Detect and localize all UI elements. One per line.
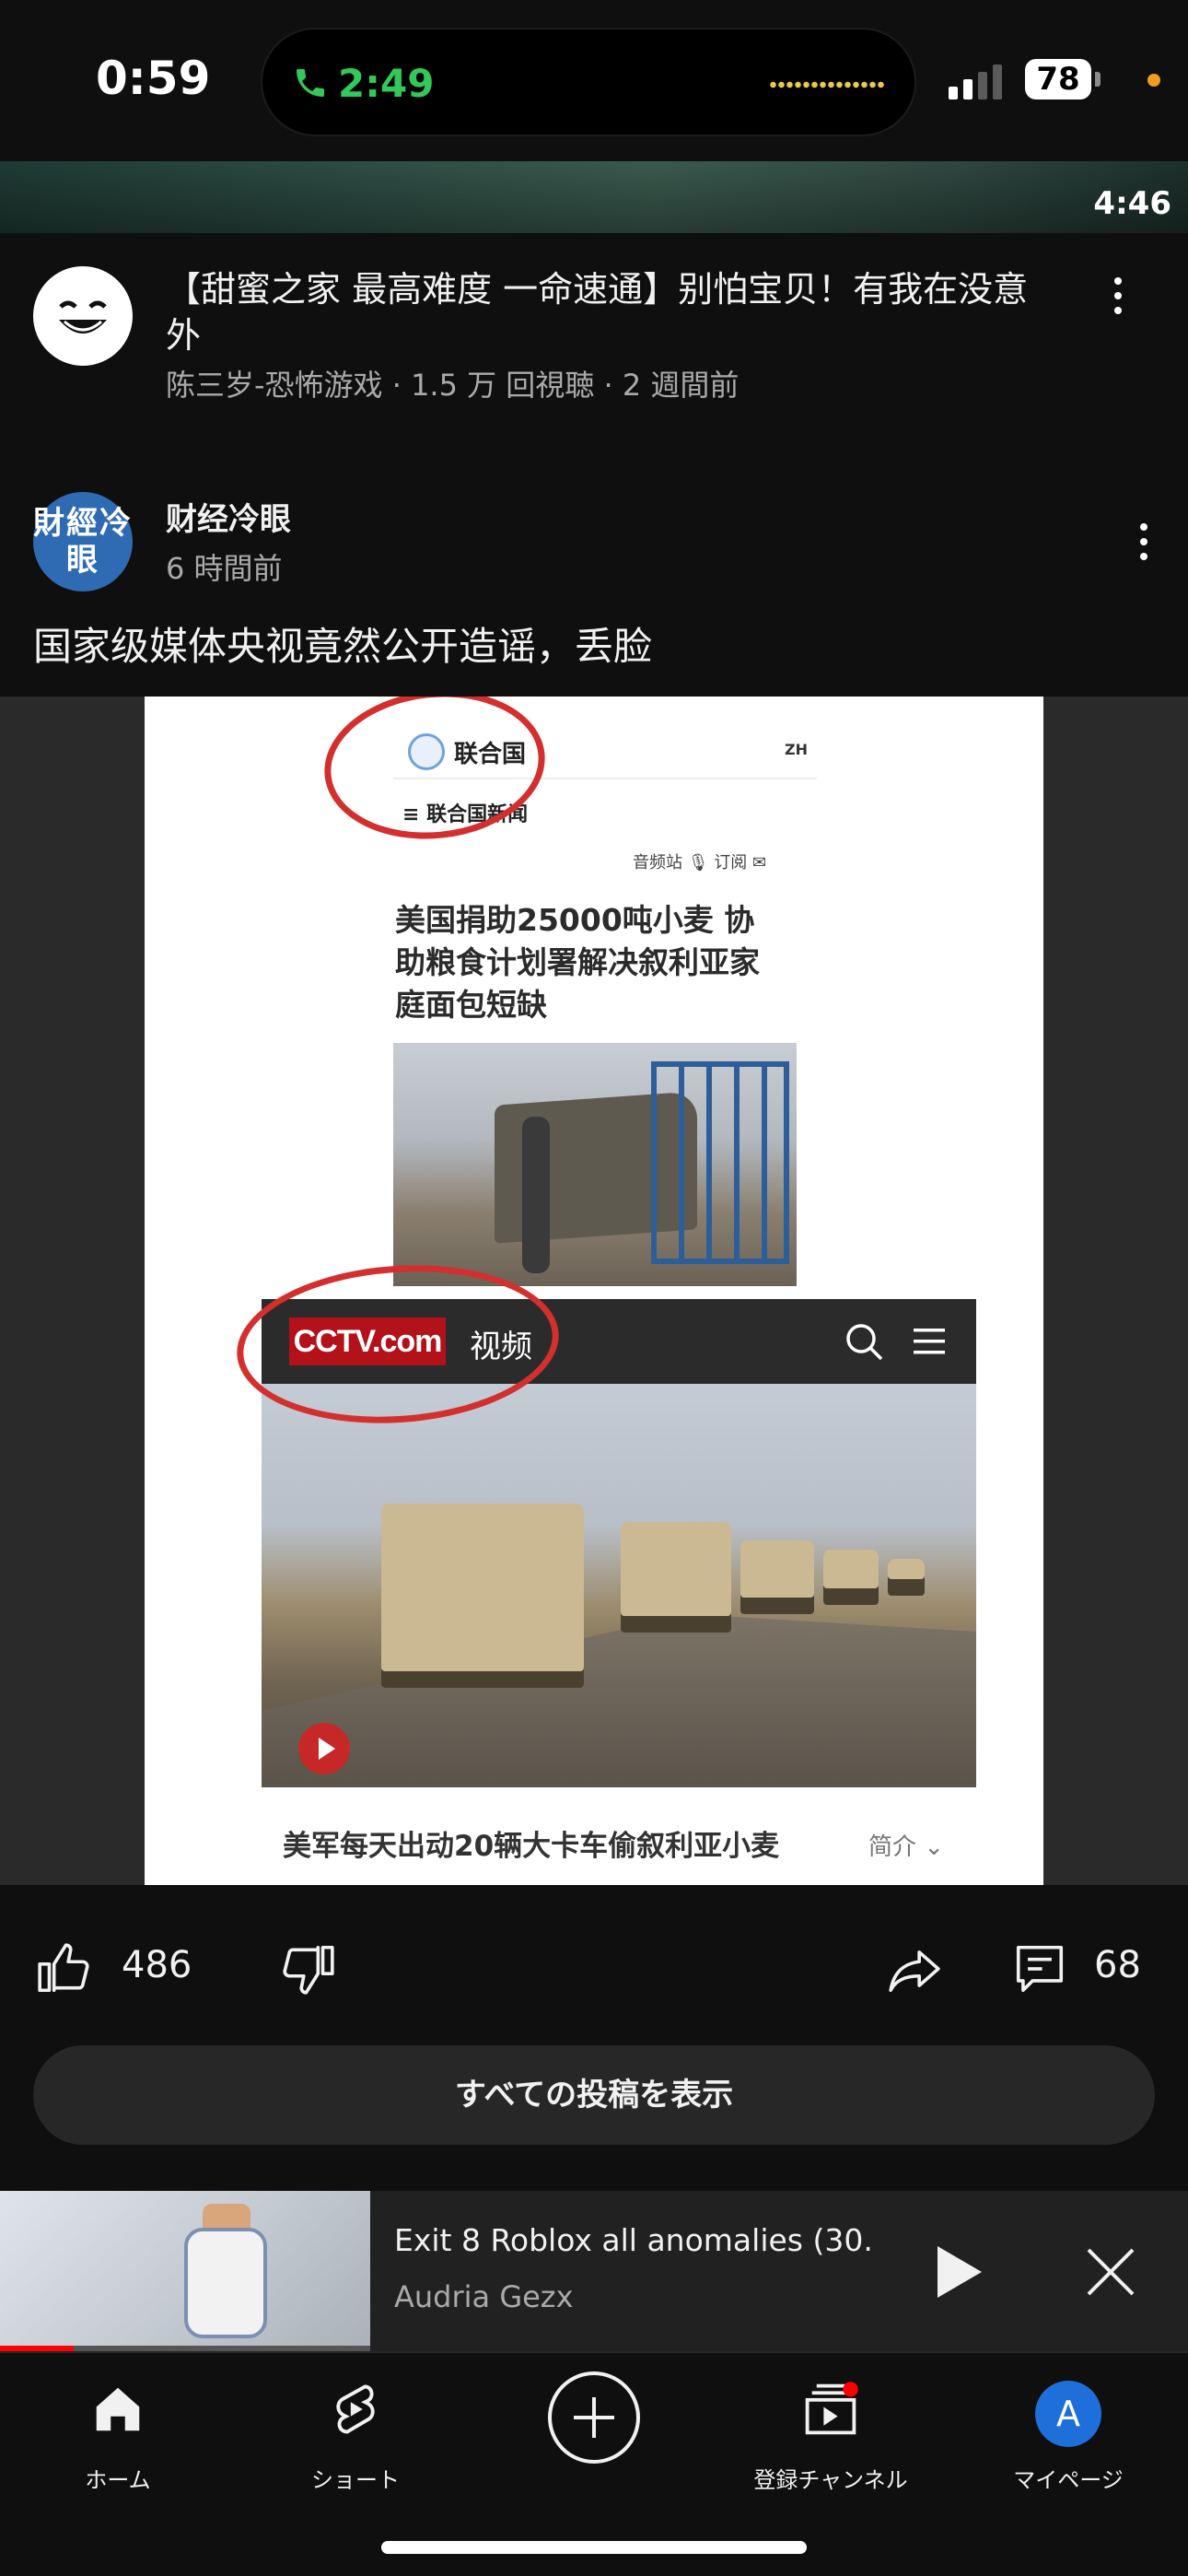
post-channel-avatar[interactable]: 財經冷眼 (33, 492, 133, 591)
status-bar: 0:59 2:49 78 (0, 0, 1188, 161)
comment-icon[interactable] (1011, 1940, 1068, 1997)
mic-indicator-dot (1147, 74, 1160, 87)
un-language: ZH (785, 741, 808, 758)
clock: 0:59 (96, 52, 211, 105)
armored-vehicle (621, 1522, 731, 1633)
subscriptions-icon (805, 2382, 858, 2435)
video-title[interactable]: 【甜蜜之家 最高难度 一命速通】别怕宝贝！有我在没意外 (166, 266, 1050, 358)
post-header: 財經冷眼 财经冷眼 6 時間前 (0, 479, 1188, 608)
nav-mypage-label: マイページ (1013, 2467, 1124, 2493)
cctv-caption: 美军每天出动20辆大卡车偷叙利亚小麦 (283, 1830, 780, 1863)
mini-player-channel[interactable]: Audria Gezx (394, 2279, 574, 2314)
comment-count: 68 (1094, 1944, 1141, 1986)
phone-icon (297, 69, 324, 97)
account-avatar: A (1035, 2381, 1101, 2447)
post-channel-name[interactable]: 财经冷眼 (166, 494, 291, 539)
like-count: 486 (122, 1944, 192, 1986)
share-icon[interactable] (886, 1940, 943, 1997)
armored-vehicle (888, 1559, 925, 1596)
smiley-face-icon (37, 270, 129, 362)
truck-cage (651, 1061, 789, 1264)
un-headline: 美国捐助25000吨小麦 协助粮食计划署解决叙利亚家庭面包短缺 (395, 902, 760, 1023)
post-actions: 486 68 (0, 1926, 1188, 2008)
play-icon[interactable] (932, 2242, 985, 2301)
video-more-options-icon[interactable] (1100, 270, 1136, 325)
mini-player-thumbnail[interactable] (0, 2191, 370, 2351)
home-indicator[interactable] (381, 2541, 807, 2554)
post-text: 国家级媒体央视竟然公开造谣，丢脸 (33, 624, 653, 669)
audio-waveform-icon (769, 81, 884, 88)
video-meta: 陈三岁-恐怖游戏 · 1.5 万 回視聴 · 2 週間前 (166, 368, 740, 403)
home-icon (96, 2387, 140, 2431)
video-info-row[interactable]: 【甜蜜之家 最高难度 一命速通】别怕宝贝！有我在没意外 陈三岁-恐怖游戏 · 1… (0, 233, 1188, 436)
like-icon[interactable] (35, 1940, 92, 1997)
road (262, 1614, 976, 1787)
nav-home-label: ホーム (85, 2467, 151, 2493)
nav-subscriptions-label: 登録チャンネル (753, 2467, 908, 2493)
shorts-icon (336, 2384, 375, 2434)
truck-photo (393, 1043, 797, 1286)
un-tools: 音频站 🎙 订阅 ✉ (633, 853, 767, 872)
armored-vehicle (381, 1504, 584, 1688)
cellular-signal-icon (949, 64, 1004, 100)
nav-subscriptions[interactable]: 登録チャンネル (729, 2373, 932, 2493)
dynamic-island-call[interactable]: 2:49 (261, 28, 916, 136)
show-all-posts-button[interactable]: すべての投稿を表示 (33, 2045, 1155, 2145)
create-plus-icon[interactable] (548, 2371, 640, 2464)
call-timer: 2:49 (338, 61, 435, 106)
cctv-intro: 简介 ⌄ (868, 1833, 945, 1861)
close-icon[interactable] (1085, 2246, 1136, 2298)
nav-shorts-label: ショート (311, 2467, 400, 2493)
search-icon (846, 1324, 883, 1361)
nav-mypage[interactable]: A マイページ (967, 2373, 1170, 2493)
nav-home[interactable]: ホーム (17, 2373, 219, 2493)
play-badge-icon (298, 1723, 350, 1774)
military-convoy-photo (262, 1384, 976, 1787)
video-duration: 4:46 (1093, 185, 1171, 222)
battery-icon: 78 (1025, 59, 1091, 100)
mini-player[interactable]: Exit 8 Roblox all anomalies (30... Audri… (0, 2191, 1188, 2351)
worker-figure (522, 1117, 550, 1273)
mini-player-title[interactable]: Exit 8 Roblox all anomalies (30... (394, 2222, 873, 2258)
roblox-avatar-body (184, 2228, 267, 2338)
nav-shorts[interactable]: ショート (254, 2373, 457, 2493)
post-image[interactable]: 联合国 ZH ≡ 联合国新闻 音频站 🎙 订阅 ✉ 美国捐助25000吨小麦 协… (145, 697, 1043, 1885)
menu-icon (914, 1329, 945, 1354)
post-time: 6 時間前 (166, 551, 283, 586)
post-more-options-icon[interactable] (1125, 516, 1162, 571)
dislike-icon[interactable] (280, 1940, 337, 1997)
battery-cap (1095, 72, 1101, 87)
armored-vehicle (740, 1540, 814, 1614)
channel-avatar[interactable] (33, 266, 133, 366)
armored-vehicle (823, 1550, 879, 1605)
video-thumbnail[interactable]: 4:46 (0, 161, 1188, 233)
